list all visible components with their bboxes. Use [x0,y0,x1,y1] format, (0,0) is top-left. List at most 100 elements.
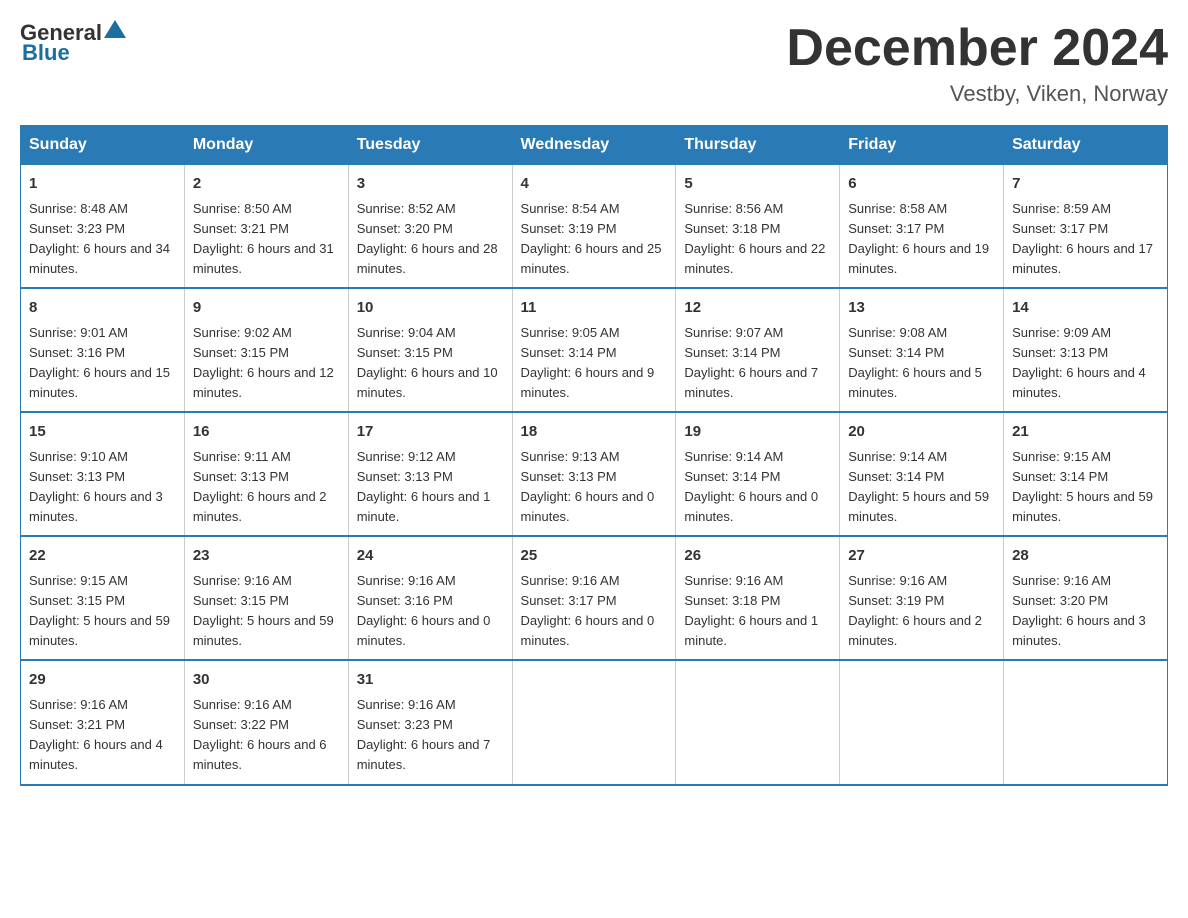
day-number: 2 [193,173,340,196]
day-number: 26 [684,545,831,568]
day-info: Sunrise: 9:16 AMSunset: 3:21 PMDaylight:… [29,695,176,776]
calendar-cell: 6 Sunrise: 8:58 AMSunset: 3:17 PMDaylight… [840,165,1004,289]
calendar-header-row: SundayMondayTuesdayWednesdayThursdayFrid… [21,126,1168,165]
day-info: Sunrise: 9:13 AMSunset: 3:13 PMDaylight:… [521,447,668,528]
calendar-cell: 26 Sunrise: 9:16 AMSunset: 3:18 PMDayligh… [676,536,840,660]
day-info: Sunrise: 8:56 AMSunset: 3:18 PMDaylight:… [684,199,831,280]
day-number: 22 [29,545,176,568]
day-info: Sunrise: 9:16 AMSunset: 3:17 PMDaylight:… [521,571,668,652]
day-number: 24 [357,545,504,568]
day-info: Sunrise: 9:08 AMSunset: 3:14 PMDaylight:… [848,323,995,404]
day-number: 4 [521,173,668,196]
logo: General Blue [20,20,126,66]
calendar-cell [840,660,1004,784]
day-number: 1 [29,173,176,196]
location-subtitle: Vestby, Viken, Norway [786,81,1168,107]
day-info: Sunrise: 9:16 AMSunset: 3:16 PMDaylight:… [357,571,504,652]
day-info: Sunrise: 8:58 AMSunset: 3:17 PMDaylight:… [848,199,995,280]
day-info: Sunrise: 9:10 AMSunset: 3:13 PMDaylight:… [29,447,176,528]
title-block: December 2024 Vestby, Viken, Norway [786,20,1168,107]
day-number: 13 [848,297,995,320]
day-number: 14 [1012,297,1159,320]
col-header-wednesday: Wednesday [512,126,676,165]
col-header-friday: Friday [840,126,1004,165]
calendar-cell: 9 Sunrise: 9:02 AMSunset: 3:15 PMDaylight… [184,288,348,412]
day-info: Sunrise: 9:15 AMSunset: 3:15 PMDaylight:… [29,571,176,652]
calendar-cell [1004,660,1168,784]
day-info: Sunrise: 9:16 AMSunset: 3:19 PMDaylight:… [848,571,995,652]
day-number: 29 [29,669,176,692]
day-number: 21 [1012,421,1159,444]
day-info: Sunrise: 9:14 AMSunset: 3:14 PMDaylight:… [684,447,831,528]
calendar-cell: 30 Sunrise: 9:16 AMSunset: 3:22 PMDayligh… [184,660,348,784]
calendar-table: SundayMondayTuesdayWednesdayThursdayFrid… [20,125,1168,785]
logo-triangle-icon [104,18,126,40]
month-title: December 2024 [786,20,1168,77]
calendar-cell [512,660,676,784]
calendar-week-row: 15 Sunrise: 9:10 AMSunset: 3:13 PMDayligh… [21,412,1168,536]
calendar-cell: 23Sunrise: 9:16 AMSunset: 3:15 PMDayligh… [184,536,348,660]
day-number: 31 [357,669,504,692]
col-header-saturday: Saturday [1004,126,1168,165]
day-info: Sunrise: 8:54 AMSunset: 3:19 PMDaylight:… [521,199,668,280]
day-info: Sunrise: 9:14 AMSunset: 3:14 PMDaylight:… [848,447,995,528]
day-info: Sunrise: 8:59 AMSunset: 3:17 PMDaylight:… [1012,199,1159,280]
day-info: Sunrise: 9:05 AMSunset: 3:14 PMDaylight:… [521,323,668,404]
day-info: Sunrise: 8:48 AMSunset: 3:23 PMDaylight:… [29,199,176,280]
calendar-cell: 12 Sunrise: 9:07 AMSunset: 3:14 PMDayligh… [676,288,840,412]
col-header-sunday: Sunday [21,126,185,165]
day-number: 6 [848,173,995,196]
day-info: Sunrise: 9:16 AMSunset: 3:20 PMDaylight:… [1012,571,1159,652]
calendar-cell: 7Sunrise: 8:59 AMSunset: 3:17 PMDaylight… [1004,165,1168,289]
calendar-week-row: 29 Sunrise: 9:16 AMSunset: 3:21 PMDayligh… [21,660,1168,784]
day-info: Sunrise: 8:52 AMSunset: 3:20 PMDaylight:… [357,199,504,280]
calendar-cell: 28 Sunrise: 9:16 AMSunset: 3:20 PMDayligh… [1004,536,1168,660]
col-header-tuesday: Tuesday [348,126,512,165]
day-info: Sunrise: 9:15 AMSunset: 3:14 PMDaylight:… [1012,447,1159,528]
day-number: 9 [193,297,340,320]
calendar-cell: 1 Sunrise: 8:48 AMSunset: 3:23 PMDaylight… [21,165,185,289]
day-number: 17 [357,421,504,444]
calendar-cell: 10Sunrise: 9:04 AMSunset: 3:15 PMDayligh… [348,288,512,412]
day-number: 28 [1012,545,1159,568]
day-number: 20 [848,421,995,444]
day-info: Sunrise: 9:11 AMSunset: 3:13 PMDaylight:… [193,447,340,528]
day-info: Sunrise: 8:50 AMSunset: 3:21 PMDaylight:… [193,199,340,280]
calendar-cell: 18 Sunrise: 9:13 AMSunset: 3:13 PMDayligh… [512,412,676,536]
day-number: 30 [193,669,340,692]
col-header-monday: Monday [184,126,348,165]
day-number: 16 [193,421,340,444]
page-header: General Blue December 2024 Vestby, Viken… [20,20,1168,107]
day-info: Sunrise: 9:07 AMSunset: 3:14 PMDaylight:… [684,323,831,404]
day-number: 3 [357,173,504,196]
col-header-thursday: Thursday [676,126,840,165]
day-info: Sunrise: 9:09 AMSunset: 3:13 PMDaylight:… [1012,323,1159,404]
calendar-cell: 22 Sunrise: 9:15 AMSunset: 3:15 PMDayligh… [21,536,185,660]
day-number: 19 [684,421,831,444]
day-info: Sunrise: 9:16 AMSunset: 3:18 PMDaylight:… [684,571,831,652]
calendar-cell: 11Sunrise: 9:05 AMSunset: 3:14 PMDayligh… [512,288,676,412]
calendar-cell: 15 Sunrise: 9:10 AMSunset: 3:13 PMDayligh… [21,412,185,536]
day-number: 18 [521,421,668,444]
calendar-cell: 19 Sunrise: 9:14 AMSunset: 3:14 PMDayligh… [676,412,840,536]
calendar-cell: 31Sunrise: 9:16 AMSunset: 3:23 PMDayligh… [348,660,512,784]
day-number: 15 [29,421,176,444]
day-number: 27 [848,545,995,568]
day-info: Sunrise: 9:16 AMSunset: 3:15 PMDaylight:… [193,571,340,652]
calendar-week-row: 8Sunrise: 9:01 AMSunset: 3:16 PMDaylight… [21,288,1168,412]
calendar-cell: 5Sunrise: 8:56 AMSunset: 3:18 PMDaylight… [676,165,840,289]
calendar-cell: 2 Sunrise: 8:50 AMSunset: 3:21 PMDaylight… [184,165,348,289]
calendar-cell: 25Sunrise: 9:16 AMSunset: 3:17 PMDayligh… [512,536,676,660]
calendar-cell: 16 Sunrise: 9:11 AMSunset: 3:13 PMDayligh… [184,412,348,536]
logo-blue-text: Blue [22,40,70,66]
day-number: 10 [357,297,504,320]
day-number: 12 [684,297,831,320]
calendar-cell: 4 Sunrise: 8:54 AMSunset: 3:19 PMDaylight… [512,165,676,289]
calendar-cell: 3 Sunrise: 8:52 AMSunset: 3:20 PMDaylight… [348,165,512,289]
day-info: Sunrise: 9:02 AMSunset: 3:15 PMDaylight:… [193,323,340,404]
calendar-cell: 24 Sunrise: 9:16 AMSunset: 3:16 PMDayligh… [348,536,512,660]
calendar-cell: 27 Sunrise: 9:16 AMSunset: 3:19 PMDayligh… [840,536,1004,660]
calendar-cell [676,660,840,784]
calendar-week-row: 1 Sunrise: 8:48 AMSunset: 3:23 PMDaylight… [21,165,1168,289]
day-info: Sunrise: 9:16 AMSunset: 3:22 PMDaylight:… [193,695,340,776]
